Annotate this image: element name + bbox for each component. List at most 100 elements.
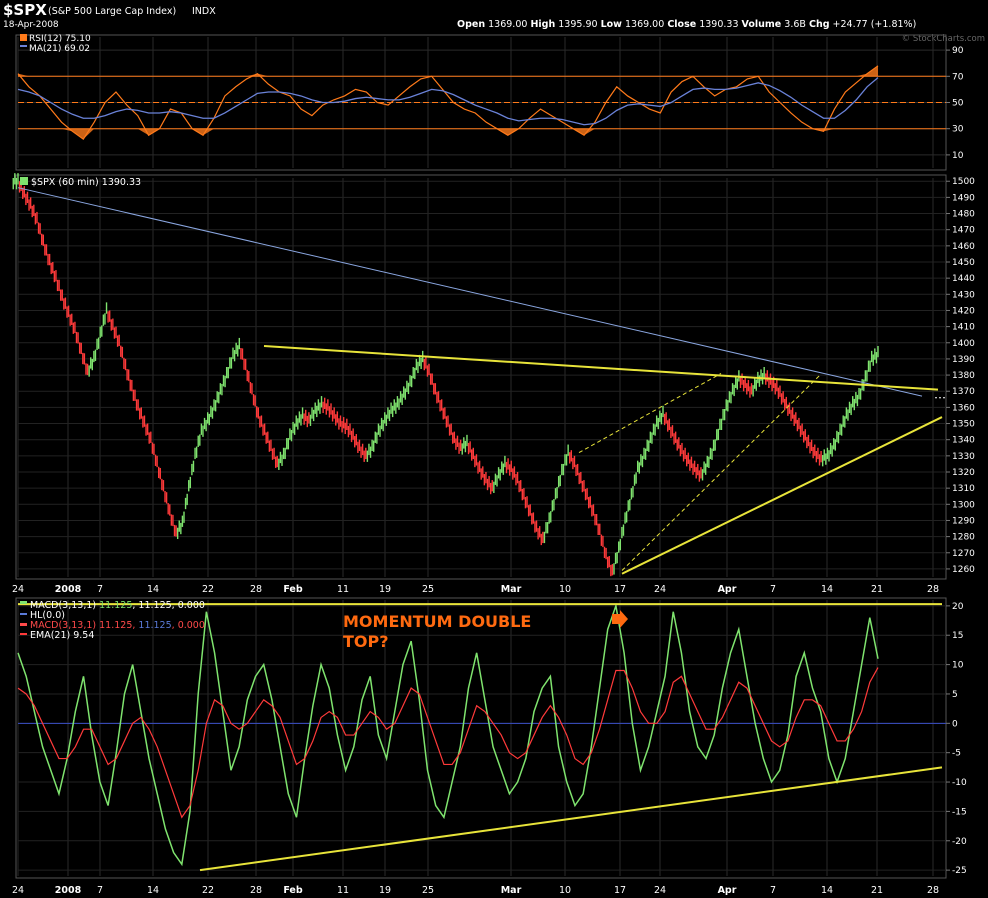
x-tick-label: 10 [559,885,571,896]
y-tick-label: 1450 [952,258,975,268]
x-tick-label: 22 [202,885,214,896]
x-tick-label: 11 [337,584,349,595]
x-tick-label: 19 [379,584,391,595]
x-tick-label: 24 [12,584,24,595]
y-tick-label: 1360 [952,403,975,413]
x-tick-label: 25 [422,584,434,595]
macd-legend-part: 11.125 [138,620,171,631]
x-tick-label: 14 [821,584,833,595]
open-value: 1369.00 [488,19,527,30]
y-tick-label: 1330 [952,452,975,462]
y-tick-label: 1340 [952,436,975,446]
low-value: 1369.00 [625,19,664,30]
macd-legend-part: , 11.125, 0.000 [132,600,205,611]
x-tick-label: 2008 [55,584,82,595]
y-tick-label: -10 [952,778,967,788]
rsi-legend-rsi: RSI(12) 75.10 [29,34,91,44]
x-tick-label: 10 [559,584,571,595]
x-tick-label: Feb [283,584,303,595]
y-tick-label: 1440 [952,274,975,284]
y-tick-label: 50 [952,99,964,109]
low-label: Low [601,19,623,30]
price-legend: $SPX (60 min) 1390.33 [20,177,141,188]
symbol-name: (S&P 500 Large Cap Index) [48,6,176,17]
high-label: High [530,19,555,30]
y-tick-label: 0 [952,719,958,729]
x-tick-label: 17 [614,885,626,896]
momentum-annotation-line1: MOMENTUM DOUBLE [343,612,531,631]
y-tick-label: 1400 [952,339,975,349]
rsi-legend-ma: MA(21) 69.02 [29,44,90,54]
y-tick-label: 1260 [952,565,975,575]
y-tick-label: -20 [952,837,967,847]
y-tick-label: 1270 [952,549,975,559]
exchange-label: INDX [192,6,216,17]
y-tick-label: 1390 [952,355,975,365]
chg-label: Chg [809,19,830,30]
y-tick-label: 1350 [952,420,975,430]
x-tick-label: 17 [614,584,626,595]
x-tick-label: 14 [147,584,159,595]
x-tick-label: 21 [871,885,883,896]
high-value: 1395.90 [558,19,597,30]
macd-legend-ema: EMA(21) 9.54 [30,630,94,641]
ohlc-summary: Open 1369.00 High 1395.90 Low 1369.00 Cl… [457,19,916,30]
close-value: 1390.33 [699,19,738,30]
y-tick-label: 1430 [952,290,975,300]
macd-legend-part: 11.125 [99,600,132,611]
y-tick-label: 1320 [952,468,975,478]
y-tick-label: 1490 [952,193,975,203]
y-tick-label: 20 [952,602,964,612]
x-tick-label: 7 [97,584,103,595]
y-tick-label: 1470 [952,226,975,236]
rsi-legend: RSI(12) 75.10 MA(21) 69.02 [20,34,91,54]
y-tick-label: 5 [952,690,958,700]
chart-date: 18-Apr-2008 [3,20,59,30]
y-tick-label: -15 [952,807,967,817]
x-tick-label: 24 [12,885,24,896]
x-tick-label: 28 [250,885,262,896]
svg-text:Open 1369.00 High 1395.90 Lo: Open 1369.00 High 1395.90 Low 1369.00 Cl… [457,19,916,30]
x-tick-label: 14 [147,885,159,896]
y-tick-label: 1370 [952,387,975,397]
y-tick-label: 15 [952,631,963,641]
x-tick-label: 7 [770,584,776,595]
x-tick-label: Mar [501,885,522,896]
y-tick-label: -25 [952,866,967,876]
x-tick-label: 28 [250,584,262,595]
y-tick-label: 1500 [952,177,975,187]
y-tick-label: 10 [952,661,964,671]
y-tick-label: 1380 [952,371,975,381]
x-tick-label: 21 [871,584,883,595]
x-tick-label: 28 [927,885,939,896]
price-legend-text: $SPX (60 min) 1390.33 [31,177,141,188]
x-tick-label: 19 [379,885,391,896]
y-tick-label: 10 [952,151,964,161]
y-tick-label: 1460 [952,242,975,252]
x-tick-label: 25 [422,885,434,896]
chg-value: +24.77 (+1.81%) [833,19,917,30]
stock-chart: $SPX (S&P 500 Large Cap Index) INDX 18-A… [0,0,988,898]
x-tick-label: 7 [770,885,776,896]
y-tick-label: 30 [952,125,964,135]
y-tick-label: 70 [952,72,964,82]
x-tick-label: 2008 [55,885,82,896]
x-tick-label: Apr [718,584,737,595]
x-tick-label: 22 [202,584,214,595]
x-tick-label: Apr [718,885,737,896]
y-tick-label: -5 [952,749,961,759]
y-tick-label: 1290 [952,516,975,526]
symbol-title: $SPX [3,1,47,19]
y-tick-label: 1300 [952,500,975,510]
y-tick-label: 1420 [952,306,975,316]
x-tick-label: 14 [821,885,833,896]
y-tick-label: 1280 [952,533,975,543]
y-tick-label: 1310 [952,484,975,494]
volume-label: Volume [742,19,782,30]
y-tick-label: 1480 [952,210,975,220]
x-tick-label: 11 [337,885,349,896]
momentum-annotation-line2: TOP? [343,632,389,651]
x-tick-label: 7 [97,885,103,896]
y-tick-label: 90 [952,46,964,56]
y-tick-label: 1410 [952,323,975,333]
